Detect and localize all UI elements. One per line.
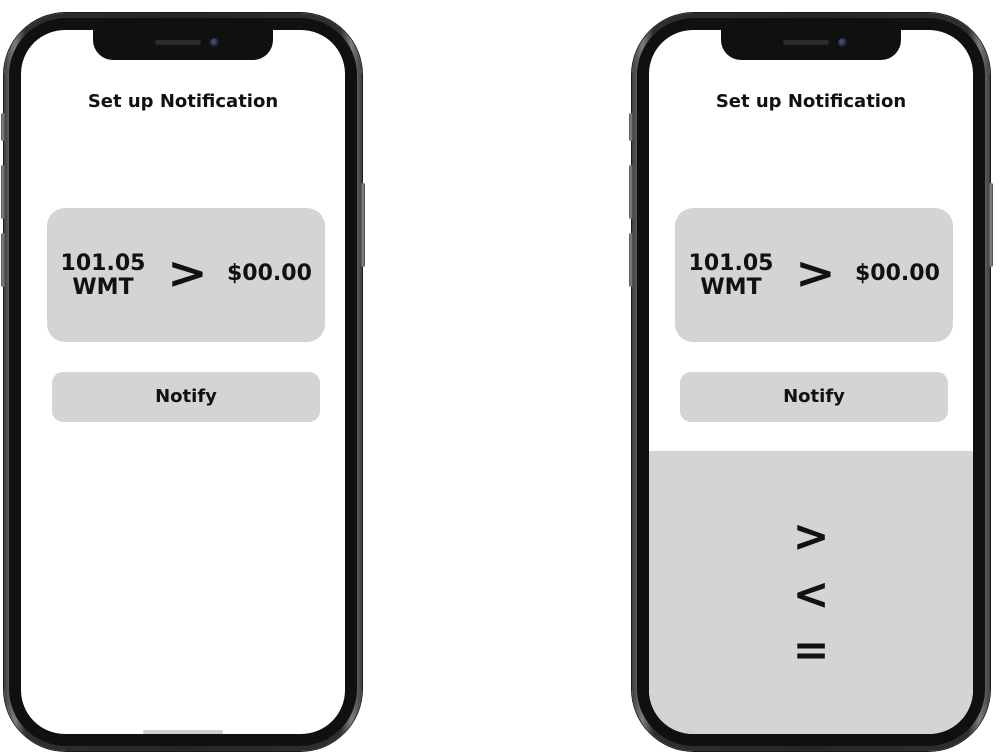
comparator-picker-sheet: > < = [649, 451, 973, 734]
mute-switch [1, 113, 5, 141]
home-indicator [143, 730, 223, 734]
phone-mockup-left: Set up Notification 101.05 WMT > $00.00 … [1, 13, 365, 751]
stock-info: 101.05 WMT [687, 252, 775, 300]
side-power-button [989, 183, 993, 267]
screen-setup-notification-picker: Set up Notification 101.05 WMT > $00.00 … [649, 30, 973, 734]
stock-symbol: WMT [72, 275, 134, 300]
volume-down-button [629, 233, 633, 287]
camera-icon [838, 38, 847, 47]
target-price-input[interactable]: $00.00 [227, 260, 312, 288]
picker-option-equals[interactable]: = [649, 627, 973, 675]
comparator-selector[interactable]: > [795, 248, 836, 300]
stock-price: 101.05 [688, 251, 774, 276]
volume-down-button [1, 233, 5, 287]
page-title: Set up Notification [715, 91, 907, 112]
stock-symbol: WMT [700, 275, 762, 300]
volume-up-button [629, 165, 633, 219]
notification-rule-card: 101.05 WMT > $00.00 [47, 208, 325, 342]
notch [721, 30, 901, 60]
stock-price: 101.05 [60, 251, 146, 276]
speaker-grille [783, 40, 829, 45]
notification-rule-card: 101.05 WMT > $00.00 [675, 208, 953, 342]
phone-mockup-right: Set up Notification 101.05 WMT > $00.00 … [629, 13, 993, 751]
camera-icon [210, 38, 219, 47]
side-power-button [361, 183, 365, 267]
screen-setup-notification: Set up Notification 101.05 WMT > $00.00 … [21, 30, 345, 734]
picker-option-greater-than[interactable]: > [649, 513, 973, 561]
volume-up-button [1, 165, 5, 219]
notify-button[interactable]: Notify [680, 372, 948, 422]
page-title: Set up Notification [87, 91, 279, 112]
stock-info: 101.05 WMT [59, 252, 147, 300]
target-price-input[interactable]: $00.00 [855, 260, 940, 288]
speaker-grille [155, 40, 201, 45]
comparator-selector[interactable]: > [167, 248, 208, 300]
notify-button[interactable]: Notify [52, 372, 320, 422]
notch [93, 30, 273, 60]
mute-switch [629, 113, 633, 141]
picker-option-less-than[interactable]: < [649, 571, 973, 619]
